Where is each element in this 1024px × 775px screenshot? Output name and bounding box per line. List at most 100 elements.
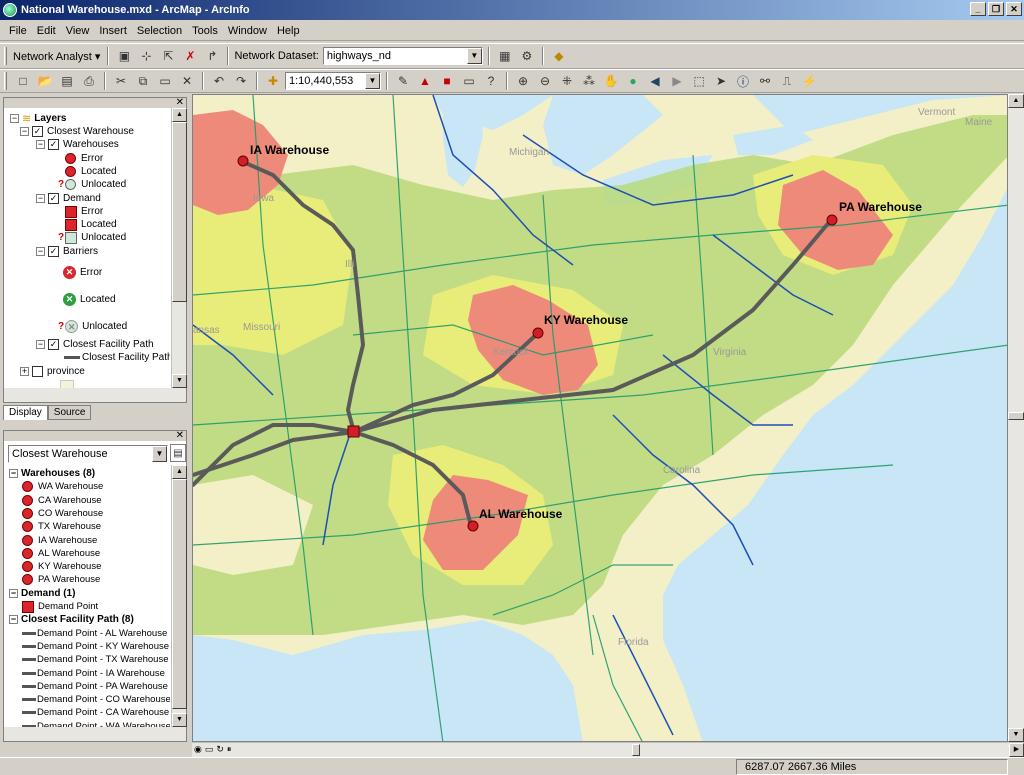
list-item[interactable]: Demand Point - IA Warehouse <box>22 667 165 680</box>
scroll-up-icon[interactable]: ▲ <box>172 465 187 479</box>
scroll-thumb[interactable] <box>172 122 187 302</box>
list-item[interactable]: Demand Point - TX Warehouse <box>22 653 168 666</box>
menu-window[interactable]: Window <box>227 25 268 37</box>
zoom-in-icon[interactable]: ⊕ <box>513 71 533 91</box>
restore-button[interactable]: ❐ <box>988 2 1004 16</box>
collapse-icon[interactable]: − <box>9 615 18 625</box>
menu-edit[interactable]: Edit <box>36 25 57 37</box>
cut-icon[interactable]: ✂ <box>111 71 131 91</box>
list-item[interactable]: TX Warehouse <box>22 520 101 533</box>
layer-closest-warehouse[interactable]: Closest Warehouse <box>47 126 134 137</box>
measure-icon[interactable]: ⎍ <box>777 71 797 91</box>
menu-tools[interactable]: Tools <box>191 25 219 37</box>
scroll-thumb[interactable] <box>1008 412 1024 420</box>
network-analyst-menu[interactable]: Network Analyst ▾ <box>13 50 100 63</box>
back-arrow-icon[interactable]: ◀ <box>645 71 665 91</box>
collapse-icon[interactable]: − <box>36 194 45 203</box>
warehouse-point-pa[interactable] <box>826 214 838 226</box>
scroll-down-icon[interactable]: ▼ <box>1008 728 1024 742</box>
properties-icon[interactable]: ▤ <box>170 444 186 462</box>
list-item[interactable]: WA Warehouse <box>22 480 103 493</box>
error-location-icon[interactable]: ✗ <box>180 46 200 66</box>
close-icon[interactable]: ✕ <box>176 430 184 441</box>
data-view-globe-icon[interactable]: ◉ <box>194 744 202 755</box>
close-button[interactable]: ✕ <box>1006 2 1022 16</box>
collapse-icon[interactable]: − <box>9 588 18 598</box>
copy-icon[interactable]: ⧉ <box>133 71 153 91</box>
layout-view-icon[interactable]: ▭ <box>205 744 214 755</box>
map-canvas[interactable]: IA Warehouse PA Warehouse KY Warehouse A… <box>193 95 1008 742</box>
refresh-icon[interactable]: ↻ <box>216 744 224 755</box>
results-horizontal-scrollbar[interactable] <box>4 727 186 741</box>
select-elements-icon[interactable]: ➤ <box>711 71 731 91</box>
redo-icon[interactable]: ↷ <box>231 71 251 91</box>
toc-horizontal-scrollbar[interactable] <box>4 388 186 402</box>
whats-this-icon[interactable]: ? <box>481 71 501 91</box>
toc-vertical-scrollbar[interactable]: ▲ ▼ <box>171 108 187 388</box>
undo-icon[interactable]: ↶ <box>209 71 229 91</box>
zoom-out-icon[interactable]: ⊖ <box>535 71 555 91</box>
collapse-icon[interactable]: − <box>36 247 45 256</box>
scroll-down-icon[interactable]: ▼ <box>172 713 187 727</box>
map-vertical-scrollbar[interactable]: ▲ ▼ <box>1008 94 1024 742</box>
directions-icon[interactable]: ◆ <box>549 46 569 66</box>
menu-view[interactable]: View <box>65 25 91 37</box>
map-view[interactable]: IA Warehouse PA Warehouse KY Warehouse A… <box>192 94 1008 742</box>
list-item[interactable]: IA Warehouse <box>22 534 97 547</box>
pan-hand-icon[interactable]: ✋ <box>601 71 621 91</box>
select-features-icon[interactable]: ⬚ <box>689 71 709 91</box>
warehouse-point-ia[interactable] <box>237 155 249 167</box>
menu-selection[interactable]: Selection <box>136 25 183 37</box>
map-horizontal-scrollbar[interactable]: ◉ ▭ ↻ ⏸ ▶ <box>192 742 1024 757</box>
results-group-demand[interactable]: − Demand (1) <box>9 587 75 600</box>
scroll-up-icon[interactable]: ▲ <box>1008 94 1024 108</box>
results-group-paths[interactable]: − Closest Facility Path (8) <box>9 613 134 626</box>
tab-source[interactable]: Source <box>47 405 92 420</box>
layer-checkbox[interactable]: ✓ <box>48 139 59 150</box>
scroll-thumb[interactable] <box>632 744 640 756</box>
list-item[interactable]: PA Warehouse <box>22 573 100 586</box>
layer-province[interactable]: province <box>47 366 85 377</box>
tab-display[interactable]: Display <box>3 405 48 420</box>
hyperlink-icon[interactable]: ⚡ <box>799 71 819 91</box>
pause-drawing-icon[interactable]: ⏸ <box>227 744 232 755</box>
layer-warehouses[interactable]: Warehouses <box>63 139 119 150</box>
list-item[interactable]: Demand Point <box>22 600 98 613</box>
list-item[interactable]: Demand Point - AL Warehouse <box>22 627 167 640</box>
analysis-layer-dropdown[interactable]: Closest Warehouse ▼ <box>8 445 168 463</box>
collapse-icon[interactable]: − <box>20 127 29 136</box>
scroll-up-icon[interactable]: ▲ <box>172 108 187 122</box>
list-item[interactable]: CO Warehouse <box>22 507 103 520</box>
new-icon[interactable]: □ <box>13 71 33 91</box>
network-identify-icon[interactable]: ⚙ <box>517 46 537 66</box>
close-icon[interactable]: ✕ <box>176 97 184 108</box>
list-item[interactable]: Demand Point - KY Warehouse <box>22 640 169 653</box>
list-item[interactable]: Demand Point - PA Warehouse <box>22 680 168 693</box>
full-extent-globe-icon[interactable]: ● <box>623 71 643 91</box>
menu-help[interactable]: Help <box>276 25 301 37</box>
editor-icon[interactable]: ✎ <box>393 71 413 91</box>
toolbox-icon[interactable]: ■ <box>437 71 457 91</box>
expand-icon[interactable]: + <box>20 367 29 376</box>
print-icon[interactable]: ⎙ <box>79 71 99 91</box>
menu-insert[interactable]: Insert <box>98 25 128 37</box>
list-item[interactable]: KY Warehouse <box>22 560 101 573</box>
select-location-icon[interactable]: ⇱ <box>158 46 178 66</box>
layer-demand[interactable]: Demand <box>63 193 101 204</box>
map-scale-dropdown[interactable]: 1:10,440,553 ▼ <box>285 72 381 90</box>
demand-point[interactable] <box>347 425 360 438</box>
layer-checkbox[interactable]: ✓ <box>48 193 59 204</box>
arctoolbox-icon[interactable]: ▲ <box>415 71 435 91</box>
results-vertical-scrollbar[interactable]: ▲ ▼ <box>171 465 187 727</box>
na-window-icon[interactable]: ▣ <box>114 46 134 66</box>
layer-checkbox[interactable] <box>32 366 43 377</box>
create-location-icon[interactable]: ⊹ <box>136 46 156 66</box>
list-item[interactable]: Demand Point - CO Warehouse <box>22 693 170 706</box>
menu-file[interactable]: File <box>8 25 28 37</box>
list-item[interactable]: CA Warehouse <box>22 494 102 507</box>
scroll-right-icon[interactable]: ▶ <box>1009 743 1024 757</box>
layer-closest-facility-path[interactable]: Closest Facility Path <box>63 339 154 350</box>
fixed-zoom-out-icon[interactable]: ⁂ <box>579 71 599 91</box>
collapse-icon[interactable]: − <box>9 469 18 478</box>
command-line-icon[interactable]: ▭ <box>459 71 479 91</box>
